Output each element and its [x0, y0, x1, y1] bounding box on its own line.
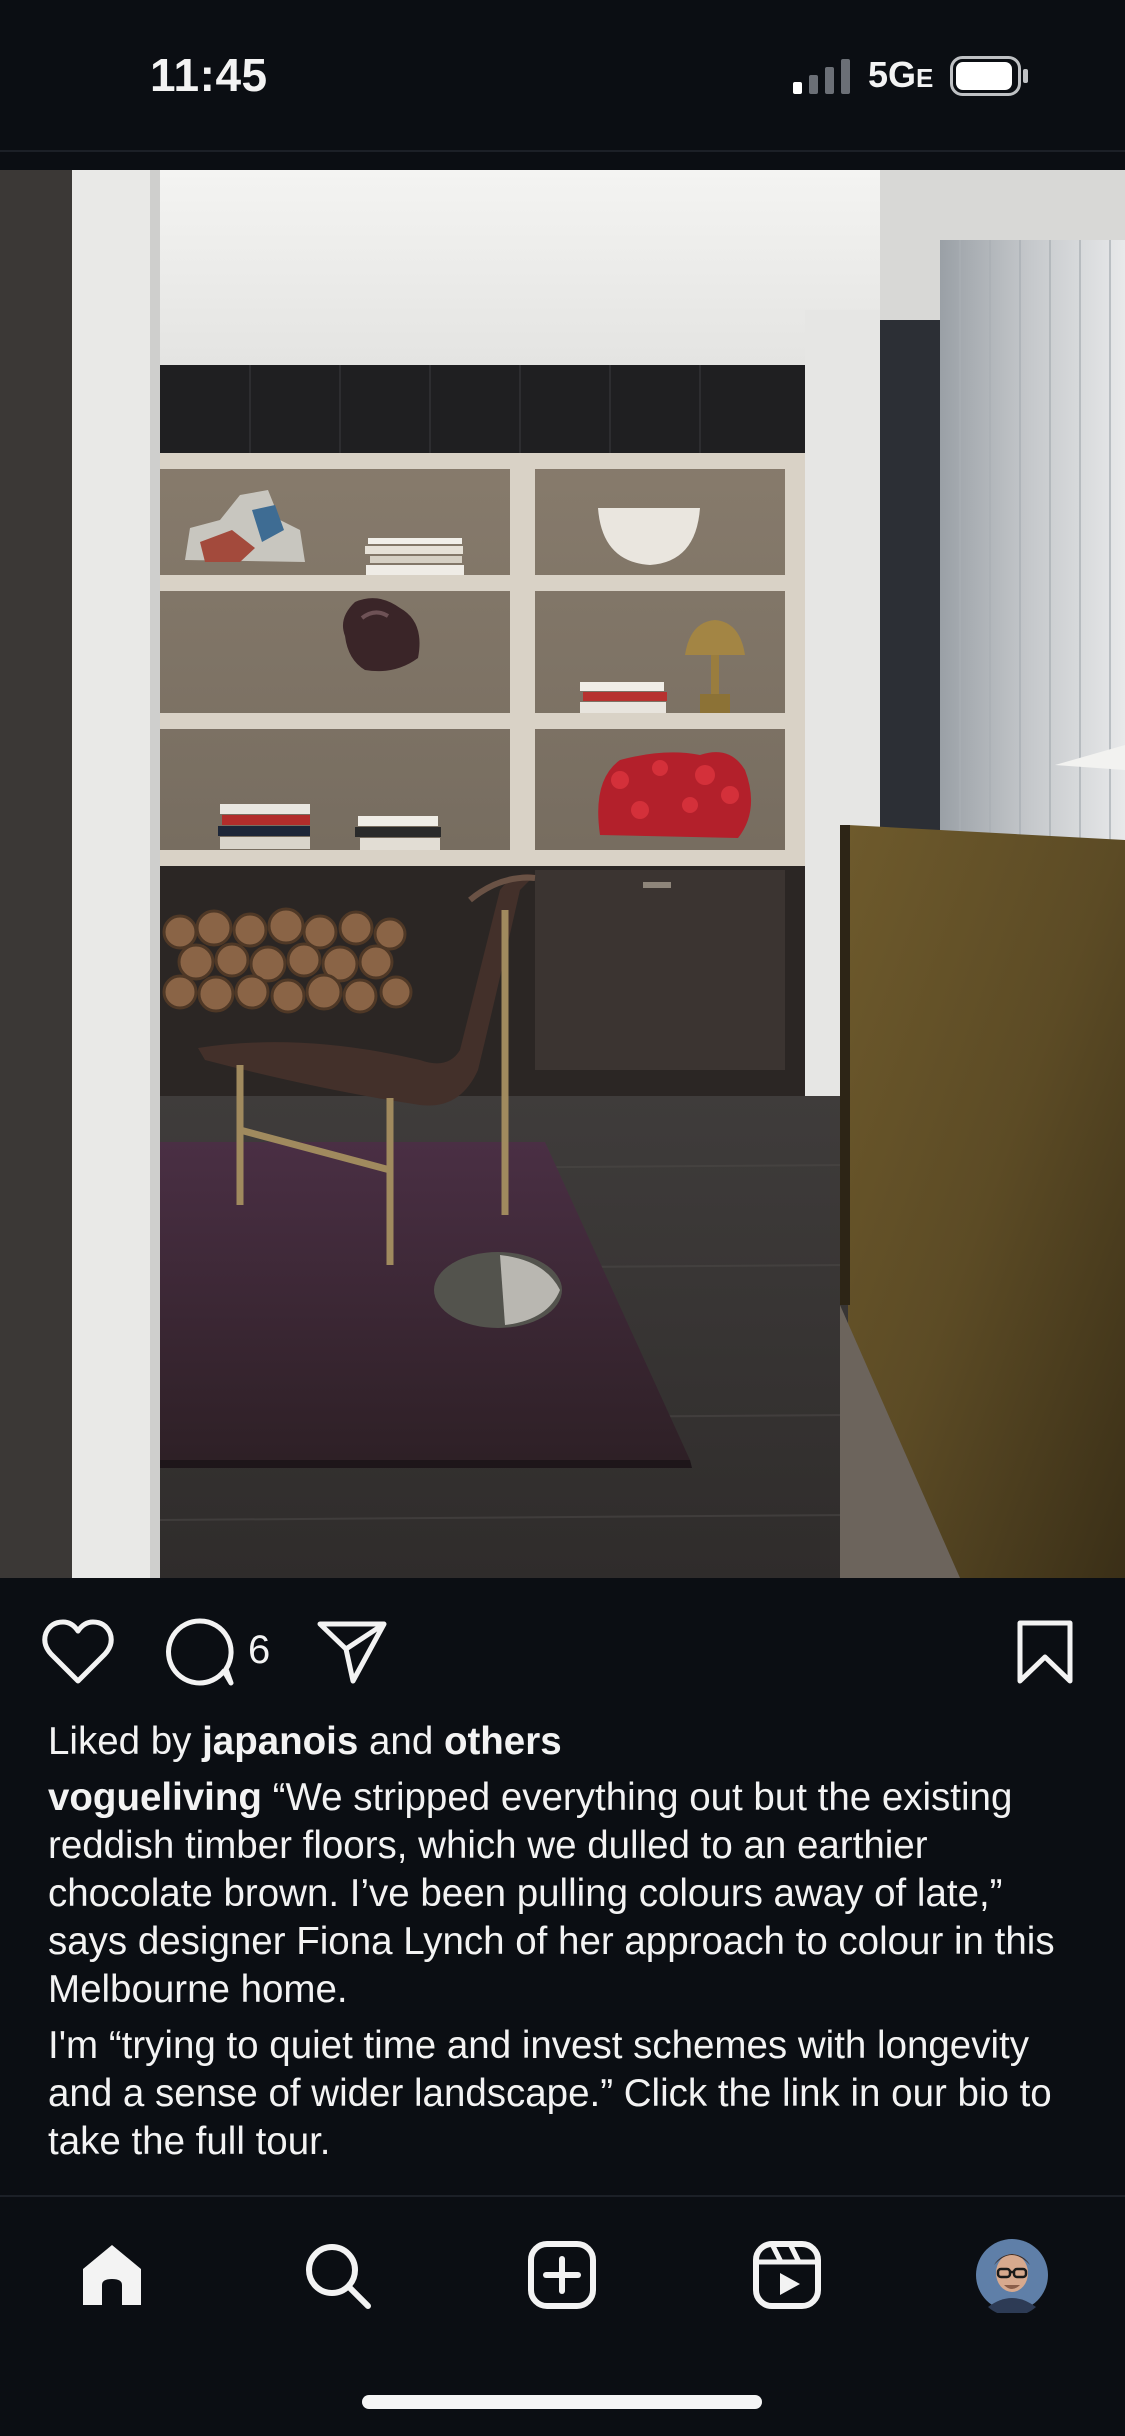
post-caption: Liked by japanois and others vogueliving… — [48, 1718, 1088, 2166]
battery-icon — [950, 56, 1028, 96]
caption-text: vogueliving “We stripped everything out … — [48, 1774, 1088, 2014]
profile-avatar — [976, 2239, 1048, 2313]
liked-by-others[interactable]: others — [444, 1720, 562, 1763]
search-icon — [306, 2244, 371, 2309]
nav-create[interactable] — [522, 2235, 602, 2315]
heart-icon — [42, 1619, 114, 1684]
comment-count[interactable]: 6 — [248, 1628, 270, 1673]
comment-bubble-icon — [166, 1618, 234, 1686]
like-button[interactable] — [38, 1616, 118, 1688]
network-type: 5GE — [868, 54, 934, 95]
author-username[interactable]: vogueliving — [48, 1776, 262, 1819]
comment-button[interactable] — [160, 1616, 240, 1688]
bookmark-icon — [1017, 1620, 1073, 1684]
home-icon — [83, 2245, 141, 2305]
save-button[interactable] — [1010, 1614, 1080, 1690]
liked-by-username[interactable]: japanois — [202, 1720, 358, 1763]
status-bar: 11:45 5GE — [0, 0, 1125, 150]
paper-plane-icon — [317, 1621, 387, 1684]
nav-home[interactable] — [72, 2235, 152, 2315]
cellular-signal-icon — [793, 59, 850, 94]
post-image[interactable] — [0, 170, 1125, 1578]
header-divider — [0, 150, 1125, 152]
interior-photo — [0, 170, 1125, 1578]
liked-by-line[interactable]: Liked by japanois and others — [48, 1718, 1088, 1766]
reels-icon — [753, 2241, 821, 2309]
nav-search[interactable] — [297, 2235, 377, 2315]
share-button[interactable] — [312, 1616, 392, 1688]
caption-part-2: I'm “trying to quiet time and invest sch… — [48, 2024, 1052, 2163]
bottom-nav — [0, 2195, 1125, 2348]
home-indicator[interactable] — [362, 2395, 762, 2409]
nav-profile[interactable] — [972, 2235, 1052, 2315]
status-time: 11:45 — [150, 49, 268, 101]
add-post-icon — [528, 2241, 596, 2309]
post-actions: 6 — [0, 1600, 1125, 1700]
nav-reels[interactable] — [747, 2235, 827, 2315]
